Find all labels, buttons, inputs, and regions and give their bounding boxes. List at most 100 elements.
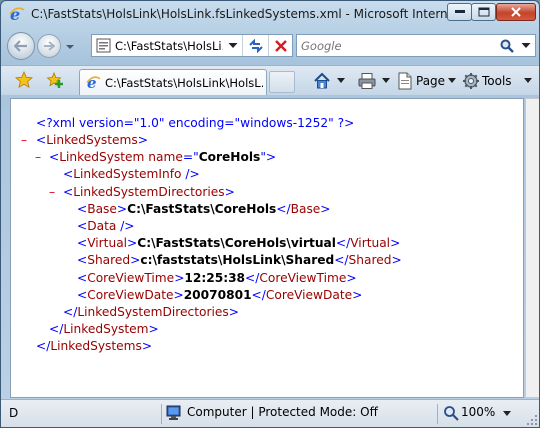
search-box[interactable]: [296, 34, 536, 57]
print-button[interactable]: [356, 71, 392, 91]
minimize-button[interactable]: [447, 3, 472, 21]
xml-line: </LinkedSystemDirectories>: [63, 304, 239, 321]
navigation-bar: C:\FastStats\HolsLi...: [1, 29, 539, 63]
xml-punctuation: </: [251, 287, 266, 302]
xml-punctuation: ">: [260, 150, 277, 165]
xml-line: <Base>C:\FastStats\CoreHols</Base>: [77, 201, 331, 218]
xml-punctuation: >: [116, 201, 128, 216]
xml-punctuation: </: [49, 322, 64, 337]
xml-punctuation: <: [77, 201, 88, 216]
favorites-star-icon[interactable]: [15, 71, 33, 89]
resize-grip-icon[interactable]: [526, 414, 538, 426]
tab-current-page[interactable]: e C:\FastStats\HolsLink\HolsL...: [79, 69, 267, 95]
xml-punctuation: >: [148, 322, 159, 337]
xml-punctuation: >: [390, 236, 401, 251]
title-bar: e C:\FastStats\HolsLink\HolsLink.fsLinke…: [1, 1, 539, 27]
xml-tag-name: LinkedSystemInfo: [73, 167, 182, 182]
xml-punctuation: <: [77, 236, 88, 251]
xml-line: <LinkedSystem name="CoreHols">: [49, 149, 276, 166]
search-icon[interactable]: [497, 36, 517, 55]
xml-text-value: 20070801: [183, 287, 252, 302]
tab-label: C:\FastStats\HolsLink\HolsL...: [105, 76, 263, 90]
internet-explorer-icon: e: [86, 74, 101, 92]
search-input[interactable]: [301, 37, 491, 54]
security-zone-text[interactable]: Computer | Protected Mode: Off: [187, 405, 378, 419]
home-button[interactable]: [311, 71, 347, 91]
vertical-scrollbar[interactable]: [525, 98, 539, 398]
tools-menu-button[interactable]: Tools: [462, 71, 534, 91]
recent-pages-dropdown-icon[interactable]: [65, 41, 75, 51]
xml-punctuation: >: [137, 133, 148, 147]
maximize-button[interactable]: [471, 3, 496, 21]
xml-punctuation: >: [127, 236, 138, 251]
new-tab-button[interactable]: [269, 71, 295, 93]
collapse-toggle[interactable]: –: [49, 184, 55, 201]
stop-icon[interactable]: [268, 35, 292, 56]
status-bar: D Computer | Protected Mode: Off 100%: [1, 399, 539, 427]
xml-punctuation: >: [352, 287, 363, 302]
xml-tag-name: Base: [290, 201, 321, 216]
xml-punctuation: </: [334, 253, 349, 268]
xml-text-value: 12:25:38: [184, 270, 246, 285]
xml-tag-name: Shared: [87, 253, 131, 268]
xml-tag-name: Shared: [348, 253, 392, 268]
xml-punctuation: </: [276, 201, 291, 216]
xml-punctuation: <: [63, 167, 74, 182]
xml-tag-name: CoreViewDate: [265, 287, 353, 302]
xml-tag-name: Data: [87, 219, 117, 233]
print-dropdown-icon[interactable]: [382, 78, 390, 83]
xml-punctuation: <: [77, 287, 88, 302]
refresh-icon[interactable]: [242, 35, 268, 56]
tab-toolbar: e C:\FastStats\HolsLink\HolsL... Page To…: [1, 65, 539, 95]
xml-punctuation: <: [77, 219, 88, 233]
xml-punctuation: >: [130, 253, 141, 268]
browser-window: e C:\FastStats\HolsLink\HolsLink.fsLinke…: [0, 0, 540, 428]
xml-punctuation: =": [182, 150, 199, 165]
home-dropdown-icon[interactable]: [337, 78, 345, 83]
xml-punctuation: </: [36, 339, 51, 354]
zoom-icon[interactable]: [443, 405, 459, 421]
xml-punctuation: >: [224, 184, 235, 199]
home-icon: [314, 72, 330, 89]
xml-punctuation: </: [335, 236, 351, 251]
forward-button[interactable]: [37, 34, 61, 58]
xml-tag-name: CoreViewTime: [87, 270, 175, 285]
zoom-dropdown-icon[interactable]: [503, 411, 511, 416]
xml-document-view: <?xml version="1.0" encoding="windows-12…: [10, 98, 524, 398]
xml-punctuation: <: [77, 270, 88, 285]
xml-line: <CoreViewTime>12:25:38</CoreViewTime>: [77, 270, 357, 287]
page-menu-button[interactable]: Page: [396, 71, 458, 91]
xml-punctuation: >: [228, 305, 239, 319]
collapse-toggle[interactable]: –: [21, 132, 27, 149]
xml-tag-name: CoreViewDate: [87, 287, 174, 302]
back-button[interactable]: [7, 32, 35, 60]
xml-punctuation: <: [77, 253, 88, 268]
xml-tag-name: CoreViewTime: [259, 270, 347, 285]
xml-line: <LinkedSystemDirectories>: [63, 184, 235, 201]
xml-punctuation: />: [181, 167, 200, 182]
tools-menu-label: Tools: [482, 74, 512, 88]
xml-tag-name: LinkedSystem: [63, 322, 149, 337]
search-dropdown-icon[interactable]: [519, 36, 533, 55]
close-button[interactable]: [496, 3, 536, 21]
zoom-level[interactable]: 100%: [461, 405, 495, 419]
page-dropdown-icon: [448, 78, 456, 83]
page-menu-label: Page: [416, 74, 446, 88]
xml-text-value: c:\faststats\HolsLink\Shared: [140, 253, 335, 268]
xml-attribute-value: CoreHols: [198, 150, 261, 165]
address-text[interactable]: C:\FastStats\HolsLi...: [115, 39, 223, 53]
xml-punctuation: >: [346, 270, 357, 285]
xml-tag-name: LinkedSystemDirectories: [73, 184, 225, 199]
xml-line: </LinkedSystem>: [49, 321, 159, 338]
add-to-favorites-icon[interactable]: [46, 71, 64, 89]
xml-line: <LinkedSystemInfo />: [63, 166, 200, 183]
xml-punctuation: </: [63, 305, 78, 319]
collapse-toggle[interactable]: –: [35, 149, 41, 166]
xml-tag-name: LinkedSystemDirectories: [77, 305, 229, 319]
computer-zone-icon: [166, 405, 184, 421]
xml-declaration: <?xml version="1.0" encoding="windows-12…: [36, 116, 355, 130]
address-dropdown-icon[interactable]: [226, 38, 240, 53]
address-bar[interactable]: C:\FastStats\HolsLi...: [91, 34, 293, 57]
page-icon: [398, 72, 412, 90]
status-text: D: [9, 406, 19, 420]
